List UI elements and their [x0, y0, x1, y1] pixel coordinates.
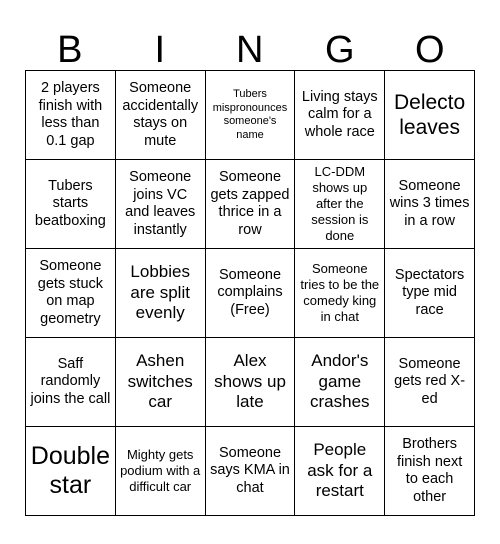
bingo-cell-label: Alex shows up late: [214, 351, 286, 412]
bingo-header-letter-i: I: [154, 29, 166, 71]
bingo-cell-label: Someone joins VC and leaves instantly: [125, 169, 196, 238]
bingo-cell[interactable]: Lobbies are split evenly: [115, 249, 206, 338]
bingo-cell[interactable]: Someone tries to be the comedy king in c…: [295, 249, 386, 338]
bingo-grid: 2 players finish with less than 0.1 gap …: [25, 70, 475, 516]
bingo-cell[interactable]: LC-DDM shows up after the session is don…: [295, 160, 386, 249]
bingo-cell[interactable]: Someone joins VC and leaves instantly: [115, 160, 206, 249]
bingo-cell-label: LC-DDM shows up after the session is don…: [311, 164, 369, 243]
bingo-cell[interactable]: People ask for a restart: [295, 427, 386, 516]
bingo-cell[interactable]: Someone accidentally stays on mute: [115, 71, 206, 160]
bingo-cell[interactable]: Saff randomly joins the call: [26, 338, 116, 427]
bingo-header-letter-o: O: [414, 29, 446, 71]
bingo-cell[interactable]: Spectators type mid race: [385, 249, 475, 338]
bingo-cell[interactable]: Someone gets stuck on map geometry: [26, 249, 116, 338]
bingo-cell-label: Someone accidentally stays on mute: [122, 80, 199, 149]
bingo-cell-label: Spectators type mid race: [394, 266, 465, 318]
bingo-cell[interactable]: Someone gets red X-ed: [385, 338, 475, 427]
bingo-cell-free[interactable]: Someone complains (Free): [205, 249, 296, 338]
bingo-cell[interactable]: Someone says KMA in chat: [205, 427, 296, 516]
bingo-header: B I N G O: [25, 18, 475, 70]
bingo-cell-label: Someone says KMA in chat: [210, 444, 290, 496]
bingo-cell-label: Brothers finish next to each other: [396, 436, 463, 505]
bingo-cell-label: Lobbies are split evenly: [130, 262, 190, 323]
bingo-cell[interactable]: Someone wins 3 times in a row: [385, 160, 475, 249]
bingo-cell-label: 2 players finish with less than 0.1 gap: [38, 80, 103, 149]
bingo-cell[interactable]: Andor's game crashes: [295, 338, 386, 427]
bingo-cell-label: Someone gets zapped thrice in a row: [210, 169, 290, 238]
bingo-header-letter-n: N: [236, 29, 264, 71]
bingo-cell-label: Tubers starts beatboxing: [34, 177, 106, 229]
bingo-cell-label: Mighty gets podium with a difficult car: [120, 447, 201, 494]
bingo-cell-label: Delecto leaves: [393, 91, 466, 139]
bingo-cell-label: Living stays calm for a whole race: [301, 88, 378, 140]
bingo-cell-label: Andor's game crashes: [310, 351, 370, 412]
bingo-cell[interactable]: Brothers finish next to each other: [385, 427, 475, 516]
bingo-cell-label: Someone wins 3 times in a row: [389, 177, 470, 229]
bingo-cell-label: Someone gets red X-ed: [394, 355, 466, 407]
bingo-cell[interactable]: Alex shows up late: [205, 338, 296, 427]
bingo-header-letter-g: G: [324, 29, 356, 71]
bingo-cell[interactable]: Living stays calm for a whole race: [295, 71, 386, 160]
bingo-cell[interactable]: Someone gets zapped thrice in a row: [205, 160, 296, 249]
bingo-cell[interactable]: Tubers starts beatboxing: [26, 160, 116, 249]
bingo-cell-label: Double star: [30, 442, 111, 499]
bingo-cell-label: Tubers mispronounces someone's name: [212, 88, 288, 141]
bingo-cell-label: Saff randomly joins the call: [30, 355, 111, 407]
bingo-cell[interactable]: Delecto leaves: [385, 71, 475, 160]
bingo-header-letter-b: B: [57, 29, 83, 71]
bingo-cell[interactable]: Mighty gets podium with a difficult car: [115, 427, 206, 516]
bingo-cell-label: Someone tries to be the comedy king in c…: [300, 261, 380, 324]
bingo-cell[interactable]: 2 players finish with less than 0.1 gap: [26, 71, 116, 160]
bingo-cell-label: People ask for a restart: [307, 440, 373, 501]
bingo-cell[interactable]: Tubers mispronounces someone's name: [205, 71, 296, 160]
bingo-cell-label: Someone gets stuck on map geometry: [37, 258, 104, 327]
bingo-cell[interactable]: Ashen switches car: [115, 338, 206, 427]
bingo-cell[interactable]: Double star: [26, 427, 116, 516]
bingo-cell-label: Someone complains (Free): [217, 266, 283, 318]
bingo-card: B I N G O 2 players finish with less tha…: [0, 0, 500, 544]
bingo-cell-label: Ashen switches car: [127, 351, 193, 412]
